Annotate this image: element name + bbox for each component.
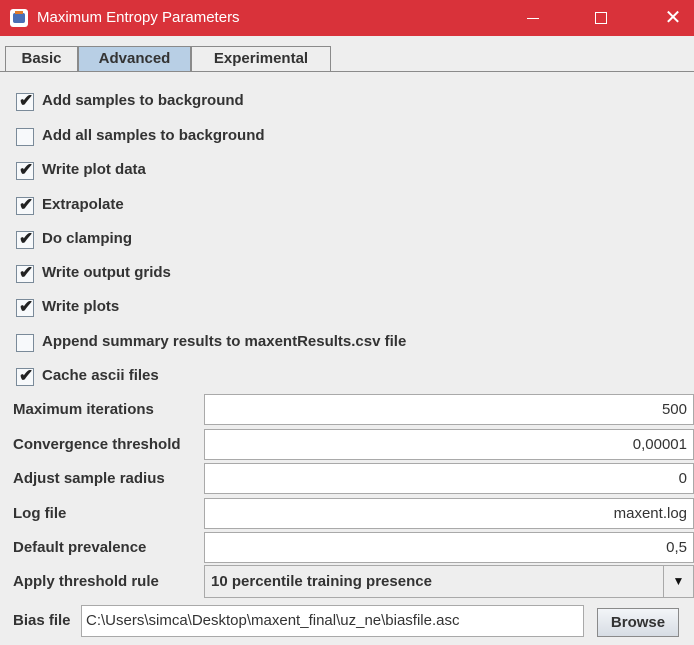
java-app-icon (10, 9, 28, 27)
maxent-parameters-window: Maximum Entropy Parameters ✕ Basic Advan… (0, 0, 694, 645)
checkbox-label: Add all samples to background (42, 127, 265, 144)
checkbox-box[interactable]: ✔ (16, 160, 34, 180)
checkbox-label: Extrapolate (42, 196, 124, 213)
window-title: Maximum Entropy Parameters (37, 9, 240, 26)
close-icon: ✕ (664, 7, 682, 29)
checkbox-label: Write output grids (42, 264, 171, 281)
check-mark-icon: ✔ (19, 91, 34, 110)
tab-advanced-label: Advanced (98, 50, 171, 67)
title-bar: Maximum Entropy Parameters ✕ (0, 0, 694, 36)
minimize-icon (527, 18, 539, 19)
check-mark-icon: ✔ (19, 229, 34, 248)
checkbox-box[interactable]: ✔ (16, 297, 34, 317)
tab-experimental[interactable]: Experimental (191, 46, 331, 72)
checkbox-box[interactable]: ✔ (16, 263, 34, 283)
close-button[interactable]: ✕ (650, 0, 694, 36)
default-prevalence-input[interactable]: 0,5 (204, 532, 694, 563)
default-prevalence-label: Default prevalence (13, 539, 147, 556)
dropdown-arrow-icon[interactable]: ▼ (663, 566, 693, 597)
checkbox-label: Append summary results to maxentResults.… (42, 333, 407, 350)
log-file-input[interactable]: maxent.log (204, 498, 694, 529)
browse-button[interactable]: Browse (597, 608, 679, 637)
check-mark-icon: ✔ (19, 195, 34, 214)
checkbox-label: Write plots (42, 298, 120, 315)
check-mark-icon: ✔ (19, 297, 34, 316)
maximize-button[interactable] (578, 0, 624, 36)
maximize-icon (595, 12, 607, 24)
checkbox-box[interactable] (16, 128, 34, 146)
apply-threshold-rule-label: Apply threshold rule (13, 573, 159, 590)
maximum-iterations-input[interactable]: 500 (204, 394, 694, 425)
maximum-iterations-label: Maximum iterations (13, 401, 154, 418)
threshold-rule-value: 10 percentile training presence (211, 573, 432, 590)
adjust-sample-radius-input[interactable]: 0 (204, 463, 694, 494)
tab-basic[interactable]: Basic (5, 46, 78, 72)
check-mark-icon: ✔ (19, 160, 34, 179)
minimize-button[interactable] (510, 0, 556, 36)
tab-experimental-label: Experimental (213, 50, 309, 67)
convergence-threshold-input[interactable]: 0,00001 (204, 429, 694, 460)
bias-file-label: Bias file (13, 612, 71, 629)
tab-divider (0, 71, 694, 72)
checkbox-label: Cache ascii files (42, 367, 159, 384)
log-file-label: Log file (13, 505, 67, 522)
tab-basic-label: Basic (21, 50, 62, 67)
adjust-sample-radius-label: Adjust sample radius (13, 470, 165, 487)
checkbox-label: Do clamping (42, 230, 133, 247)
checkbox-box[interactable]: ✔ (16, 366, 34, 386)
checkbox-box[interactable] (16, 334, 34, 352)
checkbox-box[interactable]: ✔ (16, 229, 34, 249)
check-mark-icon: ✔ (19, 366, 34, 385)
checkbox-box[interactable]: ✔ (16, 91, 34, 111)
bias-file-input[interactable]: C:\Users\simca\Desktop\maxent_final\uz_n… (81, 605, 584, 637)
checkbox-box[interactable]: ✔ (16, 195, 34, 215)
tab-advanced[interactable]: Advanced (78, 46, 191, 72)
threshold-rule-select[interactable]: 10 percentile training presence ▼ (204, 565, 694, 598)
convergence-threshold-label: Convergence threshold (13, 436, 181, 453)
checkbox-label: Write plot data (42, 161, 146, 178)
checkbox-label: Add samples to background (42, 92, 244, 109)
check-mark-icon: ✔ (19, 263, 34, 282)
